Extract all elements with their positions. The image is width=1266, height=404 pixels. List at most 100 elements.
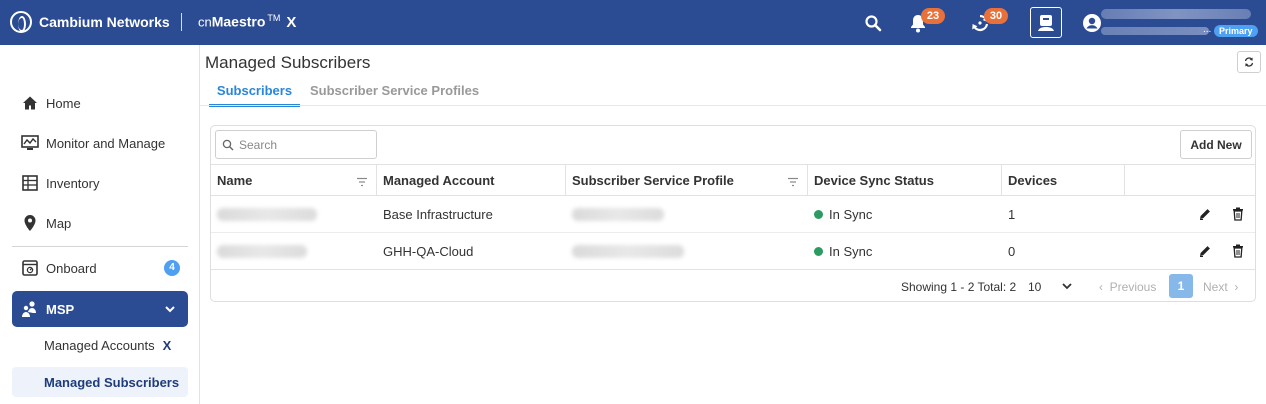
product-suffix: X <box>286 13 297 31</box>
user-name[interactable] <box>1101 9 1251 19</box>
sync-status-text: In Sync <box>829 243 873 259</box>
product-prefix: cn <box>198 14 212 30</box>
sidebar-item-label: Inventory <box>46 175 100 191</box>
cell-service-profile <box>566 196 808 232</box>
delete-icon[interactable] <box>1230 243 1246 259</box>
cell-service-profile <box>566 233 808 269</box>
column-header-devices[interactable]: Devices <box>1002 165 1125 196</box>
product-main: Maestro <box>211 13 266 30</box>
inventory-icon <box>21 174 39 192</box>
sidebar-item-home[interactable]: Home <box>12 85 188 121</box>
filter-icon[interactable] <box>787 175 799 190</box>
cell-sync-status: In Sync <box>808 196 1002 232</box>
sidebar-subitem-label: Managed Subscribers <box>44 374 180 390</box>
filter-icon[interactable] <box>356 175 368 190</box>
search-icon[interactable] <box>862 12 884 34</box>
sidebar-subitem-managed-subscribers[interactable]: Managed Subscribers <box>12 367 188 397</box>
map-pin-icon <box>21 214 39 232</box>
cell-name <box>211 196 377 232</box>
search-icon <box>222 139 234 150</box>
sidebar-subitem-managed-accounts[interactable]: Managed Accounts X <box>12 330 188 360</box>
brand-name: Cambium Networks <box>39 14 170 30</box>
previous-label: Previous <box>1109 280 1157 294</box>
sidebar-item-inventory[interactable]: Inventory <box>12 165 188 201</box>
account-role-badge: Primary <box>1214 25 1258 37</box>
msp-icon <box>21 300 39 318</box>
sidebar-item-msp[interactable]: MSP <box>12 291 188 327</box>
cell-name <box>211 233 377 269</box>
managed-accounts-x-mark: X <box>162 337 172 353</box>
cell-sync-status: In Sync <box>808 233 1002 269</box>
brand-separator <box>181 13 182 31</box>
tab-subscriber-service-profiles[interactable]: Subscriber Service Profiles <box>310 83 479 98</box>
column-header-label: Managed Account <box>383 173 495 188</box>
add-new-button[interactable]: Add New <box>1180 130 1252 159</box>
tab-divider <box>200 105 1266 106</box>
subscribers-table-card: Add New Name Managed Account Subscriber … <box>210 125 1256 302</box>
refresh-button[interactable] <box>1237 51 1261 73</box>
chevron-down-icon[interactable] <box>1061 280 1073 295</box>
previous-page-button[interactable]: ‹ Previous <box>1099 280 1156 294</box>
table-row[interactable]: Base Infrastructure In Sync 1 <box>211 196 1255 233</box>
sync-badge: 30 <box>984 8 1008 24</box>
cambium-logo-icon <box>10 11 32 33</box>
column-header-device-sync-status[interactable]: Device Sync Status <box>808 165 1002 196</box>
cell-managed-account: GHH-QA-Cloud <box>383 243 474 259</box>
column-header-label: Name <box>217 173 253 188</box>
column-header-subscriber-service-profile[interactable]: Subscriber Service Profile <box>566 165 808 196</box>
next-page-button[interactable]: Next › <box>1203 280 1238 294</box>
column-header-label: Subscriber Service Profile <box>572 173 734 188</box>
onboard-count-badge: 4 <box>164 260 180 276</box>
sidebar-subitem-label: Managed Accounts <box>44 337 155 353</box>
sidebar-item-label: Home <box>46 95 81 111</box>
sidebar-item-label: Onboard <box>46 260 97 276</box>
sidebar-item-label: Map <box>46 215 72 231</box>
column-header-name[interactable]: Name <box>211 165 377 196</box>
column-header-label: Device Sync Status <box>814 173 934 188</box>
monitor-icon <box>21 134 39 152</box>
tab-subscribers[interactable]: Subscribers <box>209 83 300 107</box>
sidebar: Home Monitor and Manage Inventory Map On… <box>0 45 200 404</box>
table-header: Name Managed Account Subscriber Service … <box>211 164 1255 196</box>
chevron-down-icon <box>164 303 176 318</box>
redacted-profile <box>572 244 684 258</box>
page-size-select[interactable]: 10 <box>1028 280 1041 294</box>
onboard-icon <box>21 259 39 277</box>
support-person-icon <box>1038 14 1054 31</box>
redacted-name <box>217 244 307 258</box>
brand[interactable]: Cambium Networks <box>10 11 170 33</box>
redacted-profile <box>572 207 664 221</box>
sidebar-item-map[interactable]: Map <box>12 205 188 241</box>
sidebar-item-label: MSP <box>46 301 75 317</box>
cell-devices: 0 <box>1008 243 1016 259</box>
notifications-badge: 23 <box>921 8 945 24</box>
sidebar-item-monitor[interactable]: Monitor and Manage <box>12 125 188 161</box>
top-header: Cambium Networks cnMaestro TM X 23 30 ... … <box>0 0 1266 45</box>
redacted-name <box>217 207 317 221</box>
user-avatar-icon[interactable] <box>1081 12 1103 34</box>
user-email <box>1101 27 1209 35</box>
column-header-label: Devices <box>1008 173 1058 188</box>
column-header-managed-account[interactable]: Managed Account <box>377 165 566 196</box>
edit-icon[interactable] <box>1197 206 1213 222</box>
cell-managed-account: Base Infrastructure <box>383 206 493 222</box>
sidebar-divider <box>12 246 188 247</box>
support-button[interactable] <box>1030 7 1062 38</box>
search-input[interactable] <box>239 137 369 152</box>
page-1-button[interactable]: 1 <box>1169 274 1193 298</box>
search-box[interactable] <box>215 130 377 159</box>
delete-icon[interactable] <box>1230 206 1246 222</box>
home-icon <box>21 94 39 112</box>
next-label: Next <box>1203 280 1228 294</box>
edit-icon[interactable] <box>1197 243 1213 259</box>
sidebar-item-onboard[interactable]: Onboard 4 <box>12 250 188 286</box>
sidebar-item-label: Monitor and Manage <box>46 135 166 151</box>
product-name: cnMaestro TM X <box>198 13 296 31</box>
showing-count: Showing 1 - 2 Total: 2 <box>901 280 1017 294</box>
cell-devices: 1 <box>1008 206 1016 222</box>
refresh-icon <box>1244 57 1254 67</box>
table-row[interactable]: GHH-QA-Cloud In Sync 0 <box>211 233 1255 270</box>
in-sync-dot-icon <box>814 246 823 256</box>
sync-status-text: In Sync <box>829 206 873 222</box>
pagination-bar: Showing 1 - 2 Total: 2 10 ‹ Previous 1 N… <box>211 272 1255 300</box>
